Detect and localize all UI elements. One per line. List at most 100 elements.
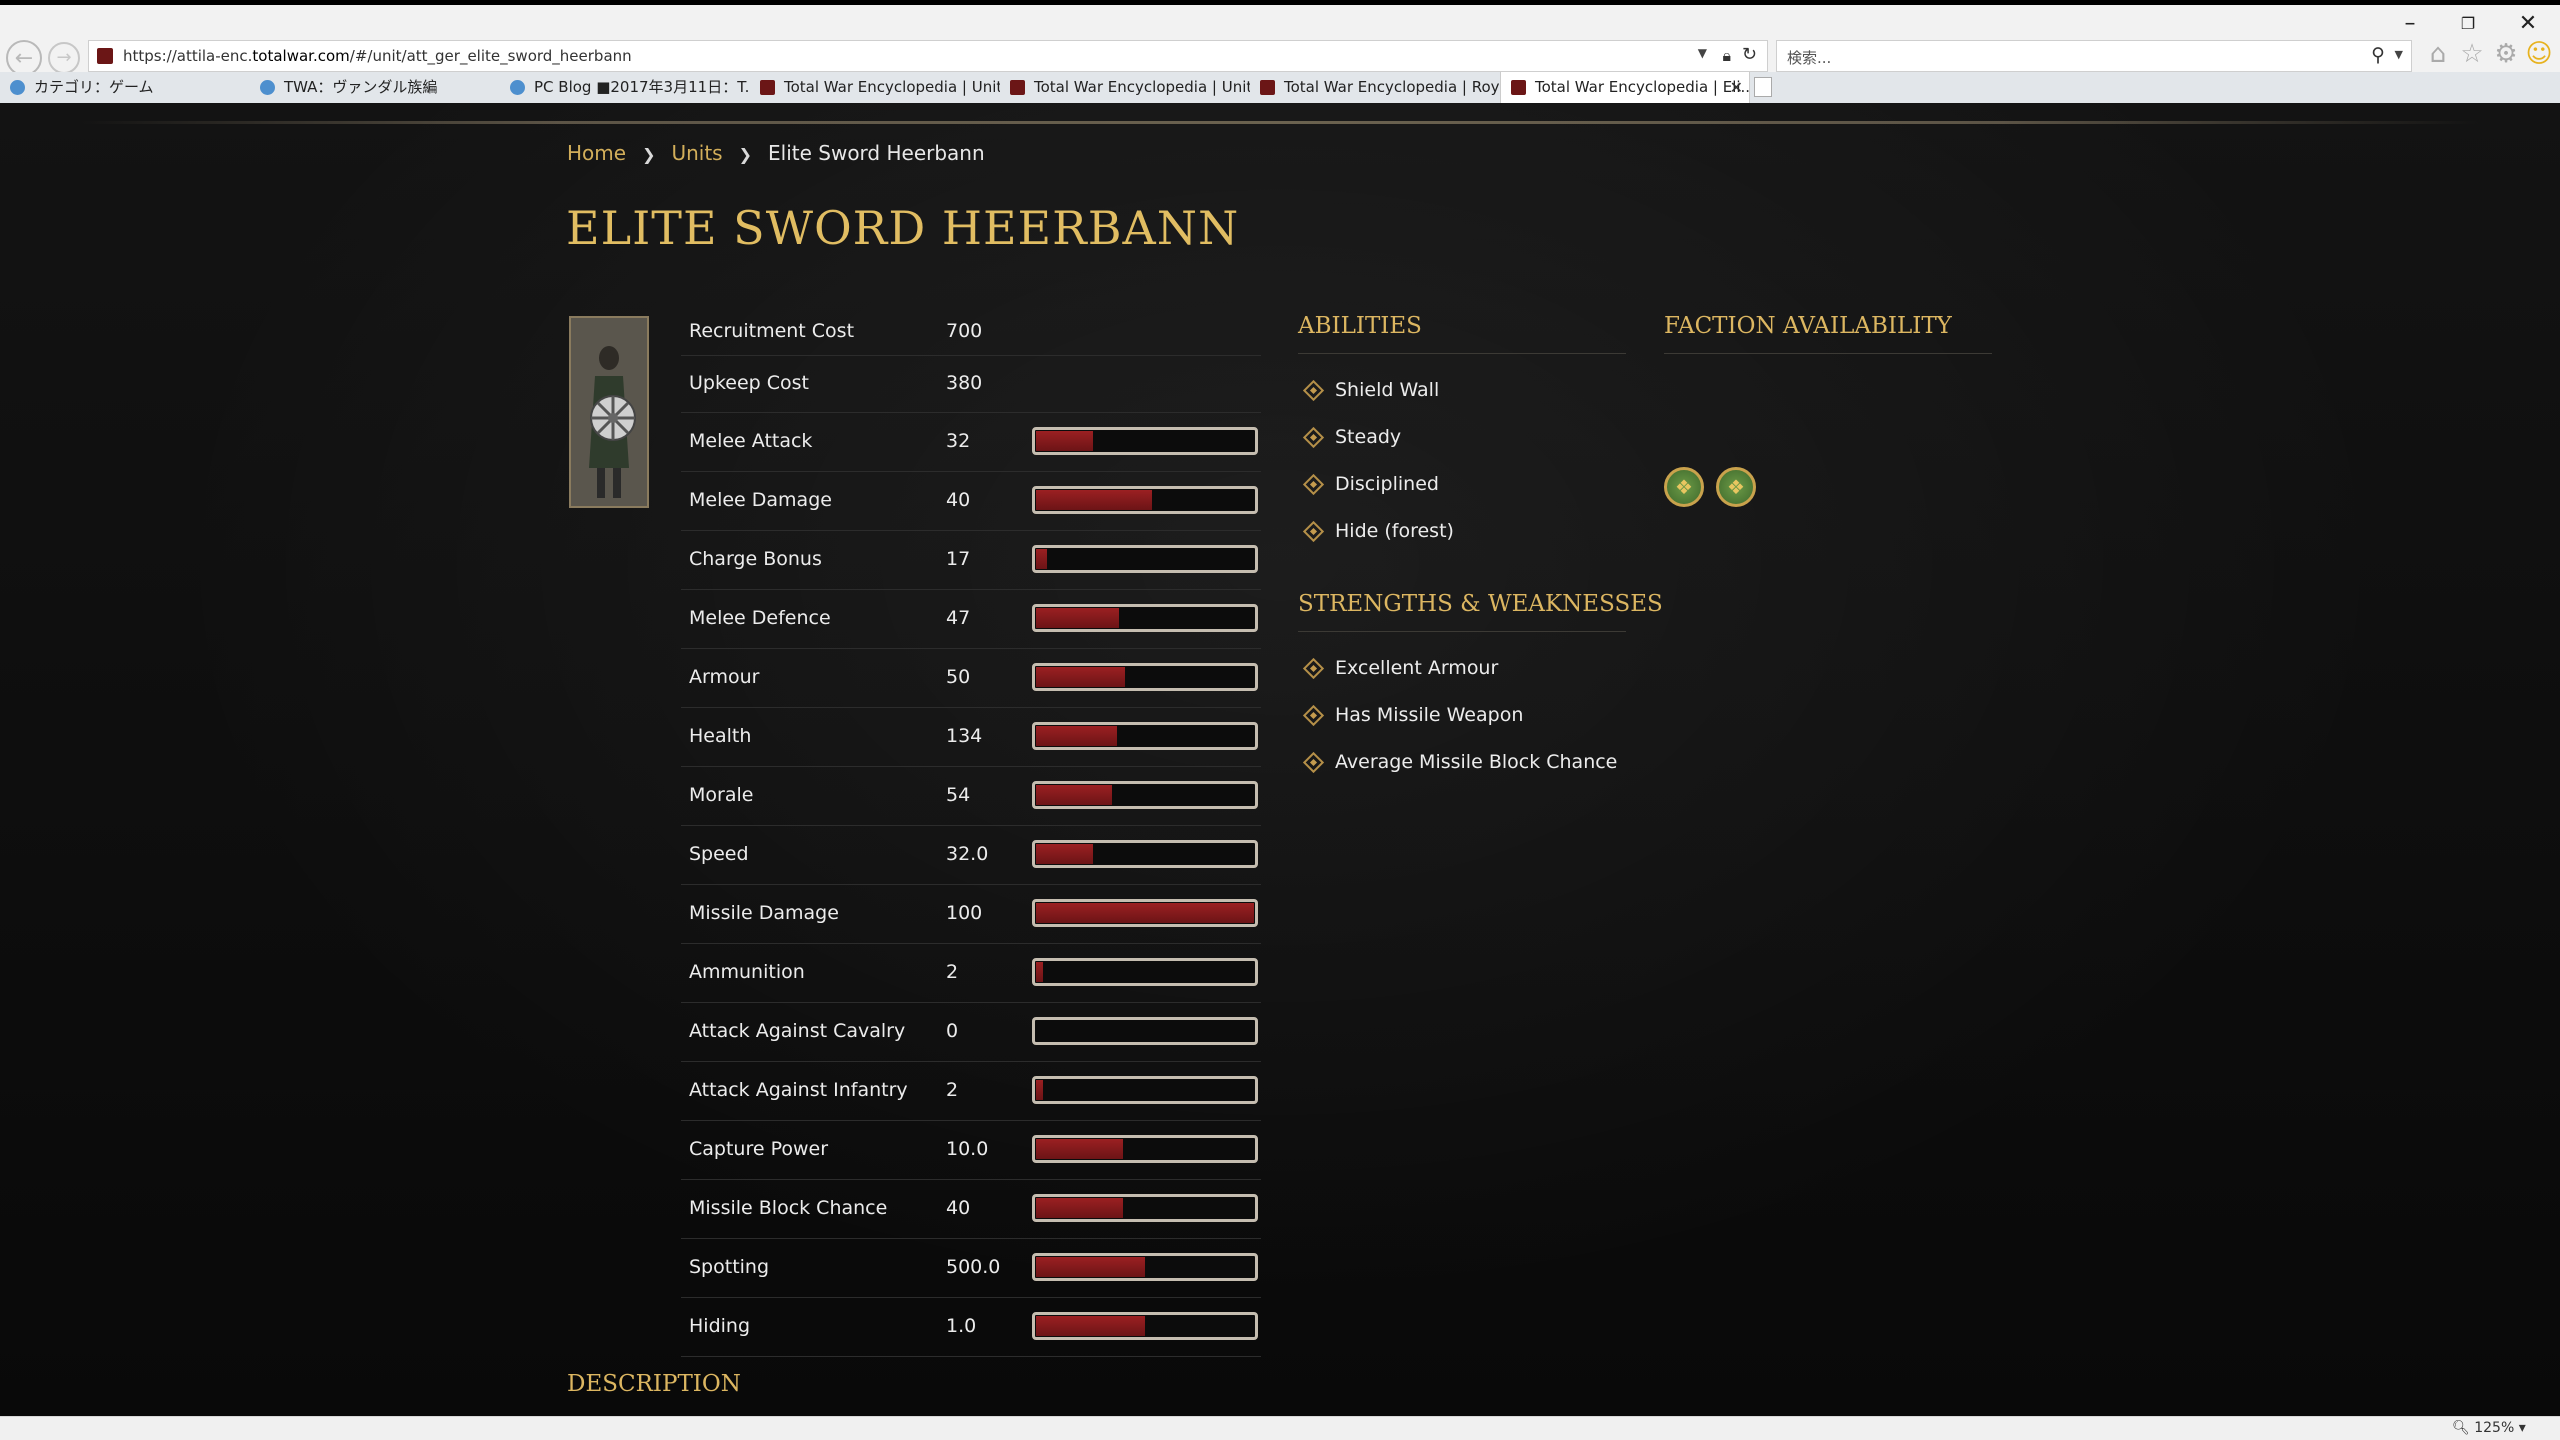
diamond-bullet-icon <box>1302 704 1325 727</box>
url-text[interactable]: https://attila-enc.totalwar.com/#/unit/a… <box>123 47 632 65</box>
tab-1[interactable]: カテゴリ：ゲーム <box>0 72 250 103</box>
breadcrumb: Home ❯ Units ❯ Elite Sword Heerbann <box>567 141 985 165</box>
smiley-feedback-icon[interactable]: ☺ <box>2525 40 2553 68</box>
diamond-bullet-icon <box>1302 379 1325 402</box>
back-button[interactable]: ← <box>6 40 42 76</box>
ability-item[interactable]: Hide (forest) <box>1335 520 1454 542</box>
unit-portrait <box>569 316 649 508</box>
top-divider <box>80 121 2480 124</box>
stat-bar <box>1032 898 1258 927</box>
tab-label: Total War Encyclopedia | Units <box>784 78 1000 96</box>
status-bar: 🔍︎ 125% ▾ <box>0 1416 2560 1440</box>
home-icon[interactable]: ⌂ <box>2424 40 2452 68</box>
stat-bar <box>1032 1252 1258 1281</box>
search-box[interactable]: 検索... ⚲ ▼ <box>1776 40 2412 72</box>
diamond-bullet-icon <box>1302 426 1325 449</box>
stat-label: Armour <box>689 665 760 688</box>
strength-item[interactable]: Excellent Armour <box>1335 657 1498 679</box>
stat-label: Ammunition <box>689 960 805 983</box>
address-bar[interactable]: https://attila-enc.totalwar.com/#/unit/a… <box>88 40 1768 72</box>
chevron-right-icon: ❯ <box>642 145 656 164</box>
strength-item[interactable]: Has Missile Weapon <box>1335 704 1523 726</box>
settings-gear-icon[interactable]: ⚙ <box>2492 40 2520 68</box>
stat-row-recruitment-cost: Recruitment Cost 700 <box>681 308 1261 356</box>
stat-value: 32.0 <box>946 842 989 865</box>
stat-row-attack-against-cavalry: Attack Against Cavalry 0 <box>681 1002 1261 1062</box>
stat-row-charge-bonus: Charge Bonus 17 <box>681 530 1261 590</box>
forward-button[interactable]: → <box>48 42 80 74</box>
stat-row-upkeep-cost: Upkeep Cost 380 <box>681 355 1261 413</box>
stat-bar <box>1032 721 1258 750</box>
abilities-heading: ABILITIES <box>1298 313 1422 339</box>
stat-bar-fill <box>1036 843 1093 864</box>
stat-label: Speed <box>689 842 749 865</box>
ability-item[interactable]: Shield Wall <box>1335 379 1439 401</box>
tab-3[interactable]: PC Blog ■2017年3月11日：T... <box>500 72 750 103</box>
faction-emblem-icon[interactable]: ❖ <box>1716 467 1756 507</box>
close-window-icon[interactable]: ✕ <box>2508 12 2548 36</box>
lock-icon[interactable]: 🔒︎ <box>1722 46 1731 66</box>
tab-close-icon[interactable]: ✕ <box>1730 72 1743 103</box>
tab-4[interactable]: Total War Encyclopedia | Units <box>750 72 1000 103</box>
stat-bar-fill <box>1036 1197 1123 1218</box>
arrow-right-icon: → <box>56 47 72 68</box>
stat-value: 134 <box>946 724 983 747</box>
tab-5[interactable]: Total War Encyclopedia | Units <box>1000 72 1250 103</box>
stat-value: 2 <box>946 960 959 983</box>
stat-label: Hiding <box>689 1314 751 1337</box>
stat-value: 0 <box>946 1019 959 1042</box>
stat-label: Capture Power <box>689 1137 829 1160</box>
stat-value: 10.0 <box>946 1137 989 1160</box>
faction-availability-heading: FACTION AVAILABILITY <box>1664 313 1952 339</box>
strengths-weaknesses-heading: STRENGTHS & WEAKNESSES <box>1298 591 1663 617</box>
favorites-star-icon[interactable]: ☆ <box>2458 40 2486 68</box>
stat-label: Health <box>689 724 752 747</box>
stat-value: 100 <box>946 901 983 924</box>
stat-bar-fill <box>1036 666 1125 687</box>
url-domain: totalwar.com <box>252 47 350 65</box>
unit-soldier-image <box>571 318 647 506</box>
stat-row-missile-block-chance: Missile Block Chance 40 <box>681 1179 1261 1239</box>
tab-7-active[interactable]: Total War Encyclopedia | Eli... ✕ <box>1500 72 1750 103</box>
stat-value: 380 <box>946 371 983 394</box>
stat-bar-fill <box>1036 1079 1043 1100</box>
tab-2[interactable]: TWA：ヴァンダル族編 <box>250 72 500 103</box>
tab-label: PC Blog ■2017年3月11日：T... <box>534 78 750 96</box>
breadcrumb-units-link[interactable]: Units <box>671 141 722 165</box>
restore-icon[interactable]: ❐ <box>2448 12 2488 36</box>
ability-item[interactable]: Disciplined <box>1335 473 1439 495</box>
faction-divider <box>1664 353 1992 354</box>
stat-row-morale: Morale 54 <box>681 766 1261 826</box>
stat-bar <box>1032 603 1258 632</box>
refresh-icon[interactable]: ↻ <box>1742 44 1757 65</box>
tab-label: Total War Encyclopedia | Eli... <box>1535 78 1750 96</box>
zoom-level[interactable]: 🔍︎ 125% ▾ <box>2452 1420 2526 1436</box>
breadcrumb-home-link[interactable]: Home <box>567 141 626 165</box>
stat-row-attack-against-infantry: Attack Against Infantry 2 <box>681 1061 1261 1121</box>
strength-item[interactable]: Average Missile Block Chance <box>1335 751 1617 773</box>
stat-row-armour: Armour 50 <box>681 648 1261 708</box>
minimize-icon[interactable]: – <box>2390 12 2430 36</box>
stat-row-capture-power: Capture Power 10.0 <box>681 1120 1261 1180</box>
stat-label: Upkeep Cost <box>689 371 810 394</box>
tab-6[interactable]: Total War Encyclopedia | Royal... <box>1250 72 1500 103</box>
faction-emblem-icon[interactable]: ❖ <box>1664 467 1704 507</box>
diamond-bullet-icon <box>1302 751 1325 774</box>
address-dropdown-icon[interactable]: ▼ <box>1698 46 1707 60</box>
new-tab-button[interactable] <box>1754 77 1772 97</box>
stat-value: 2 <box>946 1078 959 1101</box>
search-dropdown-icon[interactable]: ▼ <box>2395 48 2403 61</box>
stat-bar-fill <box>1036 961 1043 982</box>
ability-item[interactable]: Steady <box>1335 426 1401 448</box>
tab-label: TWA：ヴァンダル族編 <box>284 78 438 96</box>
stat-bar <box>1032 485 1258 514</box>
stat-bar-fill <box>1036 1138 1123 1159</box>
stat-bar <box>1032 1016 1258 1045</box>
description-heading: DESCRIPTION <box>567 1371 741 1397</box>
tab-label: Total War Encyclopedia | Royal... <box>1284 78 1500 96</box>
stat-bar <box>1032 1193 1258 1222</box>
stat-bar-fill <box>1036 1256 1145 1277</box>
tab-favicon-icon <box>760 80 775 95</box>
search-icon[interactable]: ⚲ <box>2371 44 2385 66</box>
diamond-bullet-icon <box>1302 520 1325 543</box>
